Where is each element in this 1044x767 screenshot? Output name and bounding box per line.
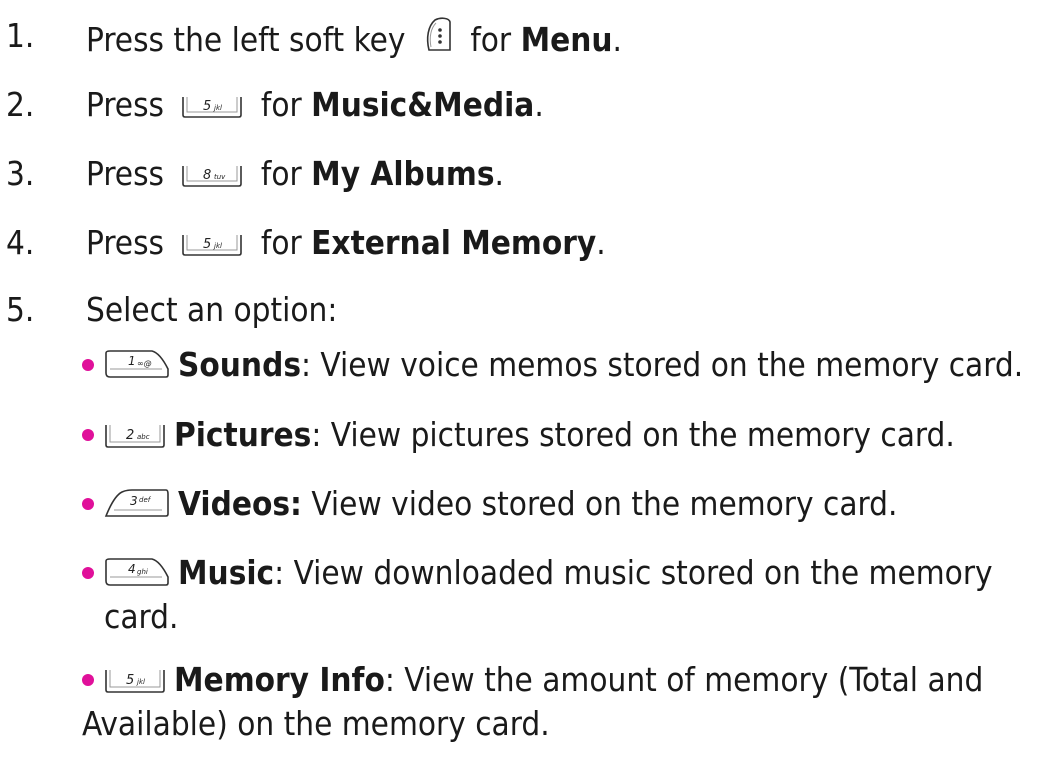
option-description-continued: card.: [104, 597, 179, 636]
step-text: Press 8 tuv for My Albums.: [86, 154, 504, 194]
key-digit: 4: [128, 562, 136, 576]
step-text-post: for: [470, 20, 512, 59]
step-number: 1.: [6, 16, 35, 55]
key-letters: jkl: [213, 104, 222, 112]
key-letters: def: [139, 496, 152, 504]
option-title: Sounds: [178, 345, 301, 384]
step-text-post: for: [260, 85, 302, 124]
step-text: Press 5 jkl for Music&Media.: [86, 85, 544, 125]
key-3-icon: 3 def: [104, 488, 170, 518]
instruction-page: 1. Press the left soft key for Menu. 2. …: [0, 0, 1044, 767]
key-digit: 5: [203, 99, 211, 114]
key-8-icon: 8 tuv: [181, 164, 243, 188]
key-2-icon: 2 abc: [104, 423, 166, 449]
option-title: Pictures: [174, 415, 312, 454]
step-text-pre: Press: [86, 154, 165, 193]
key-5-icon: 5 jkl: [181, 95, 243, 119]
step-bold-term: Menu: [520, 20, 613, 59]
step-text-post: for: [260, 154, 302, 193]
option-title: Music: [178, 553, 275, 592]
option-description-continued: Available) on the memory card.: [82, 704, 550, 743]
option-text: 3 def Videos: View video stored on the m…: [104, 484, 897, 524]
step-text-pre: Press: [86, 85, 165, 124]
key-digit: 2: [126, 428, 134, 443]
step-bold-term: Music&Media: [311, 85, 535, 124]
key-letters: ∞@: [137, 359, 152, 368]
step-text-pre: Press the left soft key: [86, 20, 406, 59]
bullet-dot: [82, 567, 94, 579]
key-digit: 8: [203, 168, 211, 183]
left-soft-key-icon: [423, 16, 453, 54]
step-text: Press the left soft key for Menu.: [86, 16, 622, 60]
key-1-icon: 1 ∞@: [104, 349, 170, 379]
key-digit: 1: [128, 354, 136, 368]
step-number: 2.: [6, 85, 35, 124]
bullet-dot: [82, 429, 94, 441]
step-number: 3.: [6, 154, 35, 193]
step-number: 5.: [6, 290, 35, 329]
step-bold-term: My Albums: [311, 154, 495, 193]
key-digit: 5: [203, 237, 211, 252]
step-text-end: .: [612, 20, 622, 59]
option-title: Memory Info: [174, 660, 385, 699]
step-number: 4.: [6, 223, 35, 262]
step-text-end: .: [494, 154, 504, 193]
key-5-icon: 5 jkl: [104, 668, 166, 694]
key-letters: ghi: [137, 568, 148, 576]
option-description: : View downloaded music stored on the me…: [274, 553, 993, 592]
option-description: : View pictures stored on the memory car…: [311, 415, 955, 454]
option-text: 1 ∞@ Sounds: View voice memos stored on …: [104, 345, 1023, 385]
option-description: : View voice memos stored on the memory …: [301, 345, 1024, 384]
option-description: View video stored on the memory card.: [301, 484, 898, 523]
step-text-pre: Press: [86, 223, 165, 262]
key-digit: 5: [126, 673, 134, 688]
step-text: Select an option:: [86, 290, 338, 329]
key-letters: tuv: [214, 173, 226, 181]
key-letters: jkl: [136, 678, 145, 686]
key-5-icon: 5 jkl: [181, 233, 243, 257]
bullet-dot: [82, 674, 94, 686]
step-text-end: .: [534, 85, 544, 124]
option-text: 2 abc Pictures: View pictures stored on …: [104, 415, 955, 455]
option-text: 5 jkl Memory Info: View the amount of me…: [104, 660, 983, 700]
option-text: 4 ghi Music: View downloaded music store…: [104, 553, 993, 593]
bullet-dot: [82, 498, 94, 510]
key-digit: 3: [130, 494, 138, 508]
step-bold-term: External Memory: [311, 223, 597, 262]
step-text-end: .: [596, 223, 606, 262]
option-description: : View the amount of memory (Total and: [384, 660, 984, 699]
key-4-icon: 4 ghi: [104, 557, 170, 587]
step-text-post: for: [260, 223, 302, 262]
step-text: Press 5 jkl for External Memory.: [86, 223, 606, 263]
key-letters: jkl: [213, 242, 222, 250]
bullet-dot: [82, 359, 94, 371]
key-letters: abc: [137, 433, 150, 441]
option-title: Videos:: [178, 484, 302, 523]
